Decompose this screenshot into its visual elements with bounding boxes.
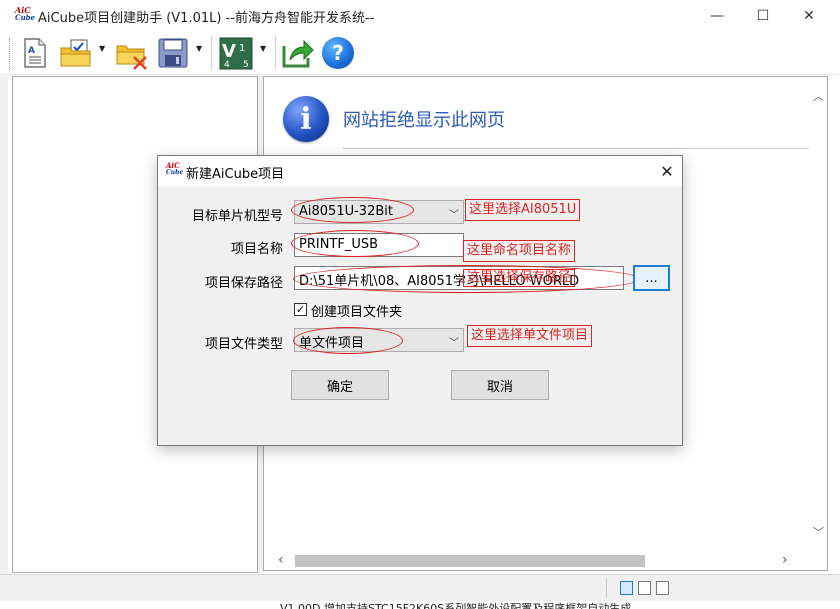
left-strip <box>0 76 8 576</box>
view-grid-icon[interactable] <box>656 581 669 595</box>
help-icon[interactable]: ? <box>322 37 354 69</box>
delete-project-icon[interactable] <box>116 38 150 70</box>
toolbar-separator <box>211 36 212 70</box>
dialog-logo: AiC Cube <box>166 161 184 176</box>
mcu-label: 目标单片机型号 <box>191 209 283 224</box>
view-single-icon[interactable] <box>620 581 633 595</box>
app-logo: AiC Cube <box>15 5 36 22</box>
close-button[interactable]: ✕ <box>786 0 832 31</box>
scroll-right-icon[interactable]: › <box>782 552 788 568</box>
toolbar-separator <box>275 36 276 70</box>
cancel-button[interactable]: 取消 <box>451 370 549 400</box>
type-highlight <box>293 327 403 354</box>
log-text: V1.00D 增加支持STC15F2K60S系列智能外设配置及程序框架自动生成 <box>280 602 632 609</box>
message-divider <box>343 148 809 149</box>
browse-button[interactable]: ... <box>633 265 670 291</box>
create-folder-label: 创建项目文件夹 <box>311 305 403 320</box>
new-document-icon[interactable]: A <box>22 38 48 68</box>
toolbar-divider <box>0 74 840 75</box>
dialog-close-button[interactable]: ✕ <box>652 156 682 186</box>
mcu-highlight <box>291 197 414 223</box>
path-highlight <box>293 265 640 293</box>
open-project-icon[interactable] <box>60 38 94 68</box>
dialog-title: 新建AiCube项目 <box>186 167 285 182</box>
svg-text:5: 5 <box>243 60 249 70</box>
scroll-down-icon[interactable]: ﹀ <box>813 524 824 540</box>
view-split-icon[interactable] <box>638 581 651 595</box>
type-annotation: 这里选择单文件项目 <box>467 325 593 347</box>
svg-text:A: A <box>28 46 35 56</box>
file-type-label: 项目文件类型 <box>204 337 283 352</box>
new-project-dialog <box>157 155 683 446</box>
ok-button[interactable]: 确定 <box>291 370 389 400</box>
scroll-left-icon[interactable]: ‹ <box>278 552 284 568</box>
status-separator <box>606 578 607 598</box>
mcu-annotation: 这里选择AI8051U <box>465 199 581 221</box>
horizontal-scroll-thumb[interactable] <box>295 555 645 567</box>
svg-text:4: 4 <box>224 60 230 70</box>
open-dropdown-icon[interactable]: ▼ <box>99 44 105 53</box>
maximize-button[interactable]: ☐ <box>740 0 786 31</box>
version-dropdown-icon[interactable]: ▼ <box>260 44 266 53</box>
window-title: AiCube项目创建助手 (V1.01L) --前海方舟智能开发系统-- <box>38 11 375 26</box>
svg-text:1: 1 <box>239 43 245 54</box>
project-name-label: 项目名称 <box>230 242 283 257</box>
save-icon[interactable] <box>158 38 188 68</box>
export-icon[interactable] <box>282 38 314 68</box>
toolbar-grip <box>9 38 12 70</box>
svg-text:V: V <box>222 41 236 62</box>
vertical-scrollbar[interactable] <box>810 78 827 548</box>
name-annotation: 这里命名项目名称 <box>463 240 576 262</box>
save-dropdown-icon[interactable]: ▼ <box>196 44 202 53</box>
version-icon[interactable]: V 4 5 1 <box>219 37 253 70</box>
page-refused-message: 网站拒绝显示此网页 <box>343 110 505 131</box>
save-path-label: 项目保存路径 <box>204 276 283 291</box>
create-folder-checkbox[interactable]: ✓ <box>294 303 307 316</box>
chevron-down-icon: ﹀ <box>449 210 459 221</box>
info-icon: i <box>283 96 329 142</box>
minimize-button[interactable]: — <box>694 0 740 31</box>
scroll-up-icon[interactable]: ︿ <box>813 88 824 104</box>
status-bar <box>0 574 840 601</box>
name-highlight <box>291 230 419 257</box>
chevron-down-icon: ﹀ <box>449 338 459 349</box>
